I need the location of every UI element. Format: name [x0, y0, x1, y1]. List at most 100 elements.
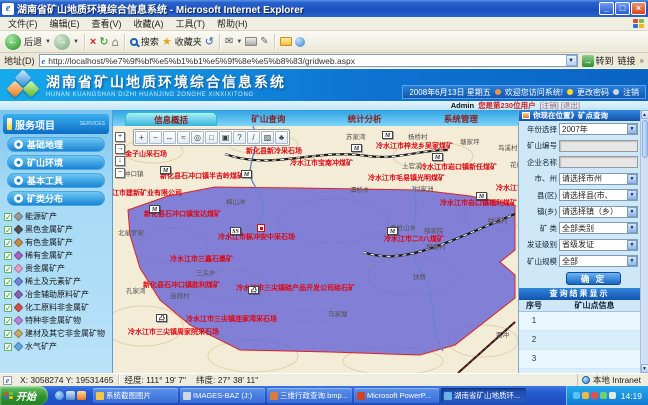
forward-dropdown-icon[interactable]: ▼: [73, 39, 79, 45]
mine-point-marker[interactable]: M: [382, 131, 393, 139]
back-icon[interactable]: ←: [5, 34, 21, 50]
taskbar-button[interactable]: Microsoft PowerP...: [354, 388, 439, 403]
start-label[interactable]: 开始: [16, 388, 36, 403]
map-nav-pan-right[interactable]: →: [115, 144, 125, 154]
go-button[interactable]: → 转到: [582, 54, 614, 67]
county-select[interactable]: 请选择县(市、▼: [559, 189, 638, 201]
selected-point-marker[interactable]: [257, 224, 265, 232]
year-select[interactable]: 2007年▼: [559, 123, 638, 135]
map-nav-zoom-in[interactable]: +: [115, 132, 125, 142]
city-select[interactable]: 请选择市州▼: [559, 173, 638, 185]
admin-links[interactable]: [注销] [退出]: [540, 101, 580, 110]
checkbox-checked-icon[interactable]: ✓: [4, 213, 12, 221]
menu-item[interactable]: 查看(V): [86, 17, 128, 30]
sidebar-section-1[interactable]: 基础地理: [7, 137, 105, 152]
town-select[interactable]: 请选择镇（乡）▼: [559, 206, 638, 218]
checkbox-checked-icon[interactable]: ✓: [4, 226, 12, 234]
full-extent-button[interactable]: ◎: [191, 131, 204, 144]
map-nav-zoom-out[interactable]: −: [115, 168, 125, 178]
back-label[interactable]: 后退: [24, 35, 42, 48]
tab-3[interactable]: 统计分析: [320, 112, 410, 126]
mine-point-marker[interactable]: M: [387, 227, 398, 235]
mineral-layer-item[interactable]: ✓稀土及元素矿产: [0, 275, 112, 288]
enterprise-name-input[interactable]: [559, 156, 638, 168]
checkbox-checked-icon[interactable]: ✓: [4, 343, 12, 351]
forward-icon[interactable]: →: [54, 34, 70, 50]
dropdown-arrow-icon[interactable]: ▼: [627, 207, 637, 217]
mineral-layer-item[interactable]: ✓水气矿产: [0, 340, 112, 353]
address-dropdown-icon[interactable]: ▼: [566, 55, 577, 66]
tray-icon[interactable]: [582, 392, 589, 399]
print-icon[interactable]: [245, 37, 257, 46]
mineral-layer-item[interactable]: ✓特种非金属矿物: [0, 314, 112, 327]
identify-button[interactable]: ?: [233, 131, 246, 144]
go-label[interactable]: 转到: [596, 54, 614, 67]
select-polygon-button[interactable]: ▣: [219, 131, 232, 144]
pan-button[interactable]: ↔: [163, 131, 176, 144]
go-arrow-icon[interactable]: →: [582, 55, 594, 67]
mineral-layer-item[interactable]: ✓能源矿产: [0, 210, 112, 223]
license-level-select[interactable]: 省级发证▼: [559, 239, 638, 251]
quick-launch-desktop-icon[interactable]: [66, 391, 75, 400]
layers-button[interactable]: ♣: [275, 131, 288, 144]
close-button[interactable]: ×: [631, 2, 646, 15]
links-label[interactable]: 链接: [618, 54, 636, 67]
tab-1[interactable]: 信息概括: [125, 112, 217, 126]
menu-item[interactable]: 文件(F): [2, 17, 44, 30]
tray-icon[interactable]: [600, 392, 607, 399]
menu-item[interactable]: 编辑(E): [44, 17, 86, 30]
clear-button[interactable]: ▨: [261, 131, 274, 144]
history-icon[interactable]: ↺: [205, 35, 214, 48]
quick-launch-media-icon[interactable]: [77, 391, 86, 400]
scroll-up-icon[interactable]: ▲: [641, 110, 648, 119]
tab-4[interactable]: 系统管理: [416, 112, 506, 126]
result-table-row[interactable]: 1: [519, 312, 640, 331]
tab-2[interactable]: 矿山查询: [223, 112, 313, 126]
mineral-layer-item[interactable]: ✓稀有金属矿产: [0, 249, 112, 262]
tray-icon[interactable]: [591, 392, 598, 399]
tray-icon[interactable]: [609, 392, 616, 399]
checkbox-checked-icon[interactable]: ✓: [4, 317, 12, 325]
result-table-row[interactable]: 2: [519, 331, 640, 350]
quarry-symbol-marker[interactable]: 凸: [248, 286, 259, 294]
measure-button[interactable]: ≈: [177, 131, 190, 144]
submit-button[interactable]: 确 定: [566, 272, 621, 285]
checkbox-checked-icon[interactable]: ✓: [4, 330, 12, 338]
favorites-label[interactable]: 收藏夹: [175, 35, 202, 48]
sidebar-section-4[interactable]: 矿类分布: [7, 191, 105, 206]
mineral-layer-item[interactable]: ✓黑色金属矿产: [0, 223, 112, 236]
dropdown-arrow-icon[interactable]: ▼: [627, 174, 637, 184]
map-nav-pan-down[interactable]: ↓: [115, 156, 125, 166]
quarry-symbol-marker[interactable]: 凸: [156, 314, 167, 322]
address-url[interactable]: http://localhost/%e7%9f%bf%e5%b1%b1%e5%9…: [48, 56, 355, 66]
mail-dropdown-icon[interactable]: ▼: [236, 39, 242, 45]
mineral-layer-item[interactable]: ✓冶金辅助原料矿产: [0, 288, 112, 301]
checkbox-checked-icon[interactable]: ✓: [4, 278, 12, 286]
taskbar-button[interactable]: 系统截图图片: [93, 388, 178, 403]
mineral-layer-item[interactable]: ✓建材及其它非金属矿物: [0, 327, 112, 340]
links-chevron-icon[interactable]: »: [640, 56, 644, 65]
quick-launch-ie-icon[interactable]: [55, 391, 64, 400]
mine-point-marker[interactable]: M: [432, 153, 443, 161]
address-input[interactable]: e http://localhost/%e7%9f%bf%e5%b1%b1%e5…: [39, 54, 578, 67]
checkbox-checked-icon[interactable]: ✓: [4, 291, 12, 299]
scroll-down-icon[interactable]: ▼: [641, 364, 648, 373]
dropdown-arrow-icon[interactable]: ▼: [627, 124, 637, 134]
logout-link[interactable]: 注销: [623, 87, 639, 98]
select-rect-button[interactable]: □: [205, 131, 218, 144]
page-scrollbar-thumb[interactable]: [642, 120, 648, 158]
mineral-layer-item[interactable]: ✓化工原料非金属矿: [0, 301, 112, 314]
taskbar-button[interactable]: 湖南省矿山地质环...: [441, 388, 526, 403]
search-label[interactable]: 搜索: [141, 35, 159, 48]
sidebar-section-3[interactable]: 基本工具: [7, 173, 105, 188]
mine-point-marker[interactable]: M: [351, 144, 362, 152]
menu-item[interactable]: 帮助(H): [211, 17, 254, 30]
stop-icon[interactable]: ×: [90, 36, 96, 48]
zoom-in-button[interactable]: +: [135, 131, 148, 144]
dropdown-arrow-icon[interactable]: ▼: [627, 223, 637, 233]
dropdown-arrow-icon[interactable]: ▼: [627, 256, 637, 266]
favorites-icon[interactable]: ★: [162, 35, 172, 48]
checkbox-checked-icon[interactable]: ✓: [4, 304, 12, 312]
back-dropdown-icon[interactable]: ▼: [45, 39, 51, 45]
category-select[interactable]: 全部类别▼: [559, 222, 638, 234]
